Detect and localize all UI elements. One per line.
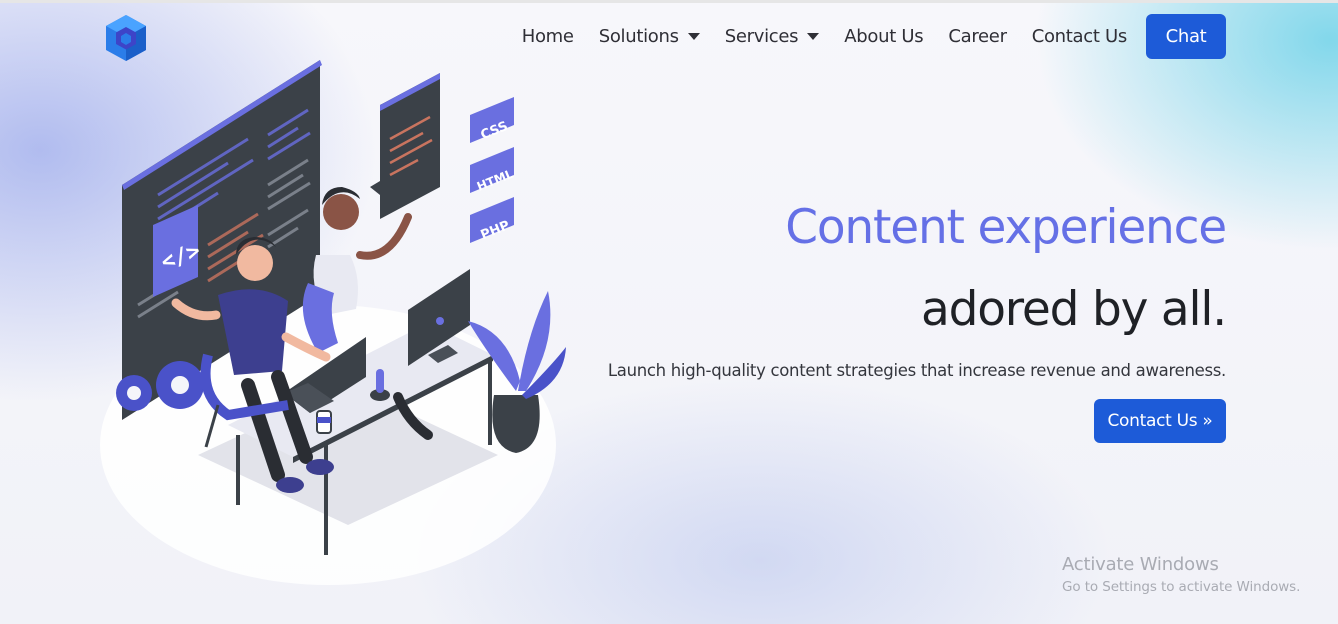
nav-services-dropdown[interactable]: Services [725, 26, 820, 47]
developers-at-desk-illustration: </> CSS HTML PHP [100, 60, 566, 585]
contact-us-button[interactable]: Contact Us » [1094, 399, 1226, 443]
nav-home-label: Home [521, 25, 574, 47]
watermark-title: Activate Windows [1062, 554, 1219, 575]
watermark-subtitle: Go to Settings to activate Windows. [1062, 579, 1301, 595]
caret-down-icon [687, 33, 700, 40]
nav-solutions-dropdown[interactable]: Solutions [599, 26, 700, 47]
activate-windows-watermark: Activate Windows Go to Settings to activ… [1062, 554, 1300, 595]
hero-section: Content experience adored by all. Launch… [586, 193, 1227, 443]
nav-career[interactable]: Career [948, 25, 1007, 47]
hero-headline: adored by all. [920, 282, 1227, 337]
nav-career-label: Career [948, 25, 1007, 47]
nav-about-us-label: About Us [844, 25, 924, 47]
chat-button[interactable]: Chat [1146, 13, 1226, 59]
hero-subtext: Launch high-quality content strategies t… [607, 361, 1226, 380]
caret-down-icon [807, 33, 820, 40]
nav-services-label: Services [724, 25, 799, 47]
main-nav: Home Solutions Services About Us Career … [522, 13, 1226, 59]
nav-contact-us[interactable]: Contact Us [1031, 25, 1128, 47]
nav-about-us[interactable]: About Us [844, 26, 923, 47]
nav-solutions-label: Solutions [598, 25, 679, 47]
hero-headline-accent: Content experience [785, 200, 1227, 255]
nav-contact-us-label: Contact Us [1031, 25, 1128, 47]
nav-home[interactable]: Home [522, 26, 574, 47]
